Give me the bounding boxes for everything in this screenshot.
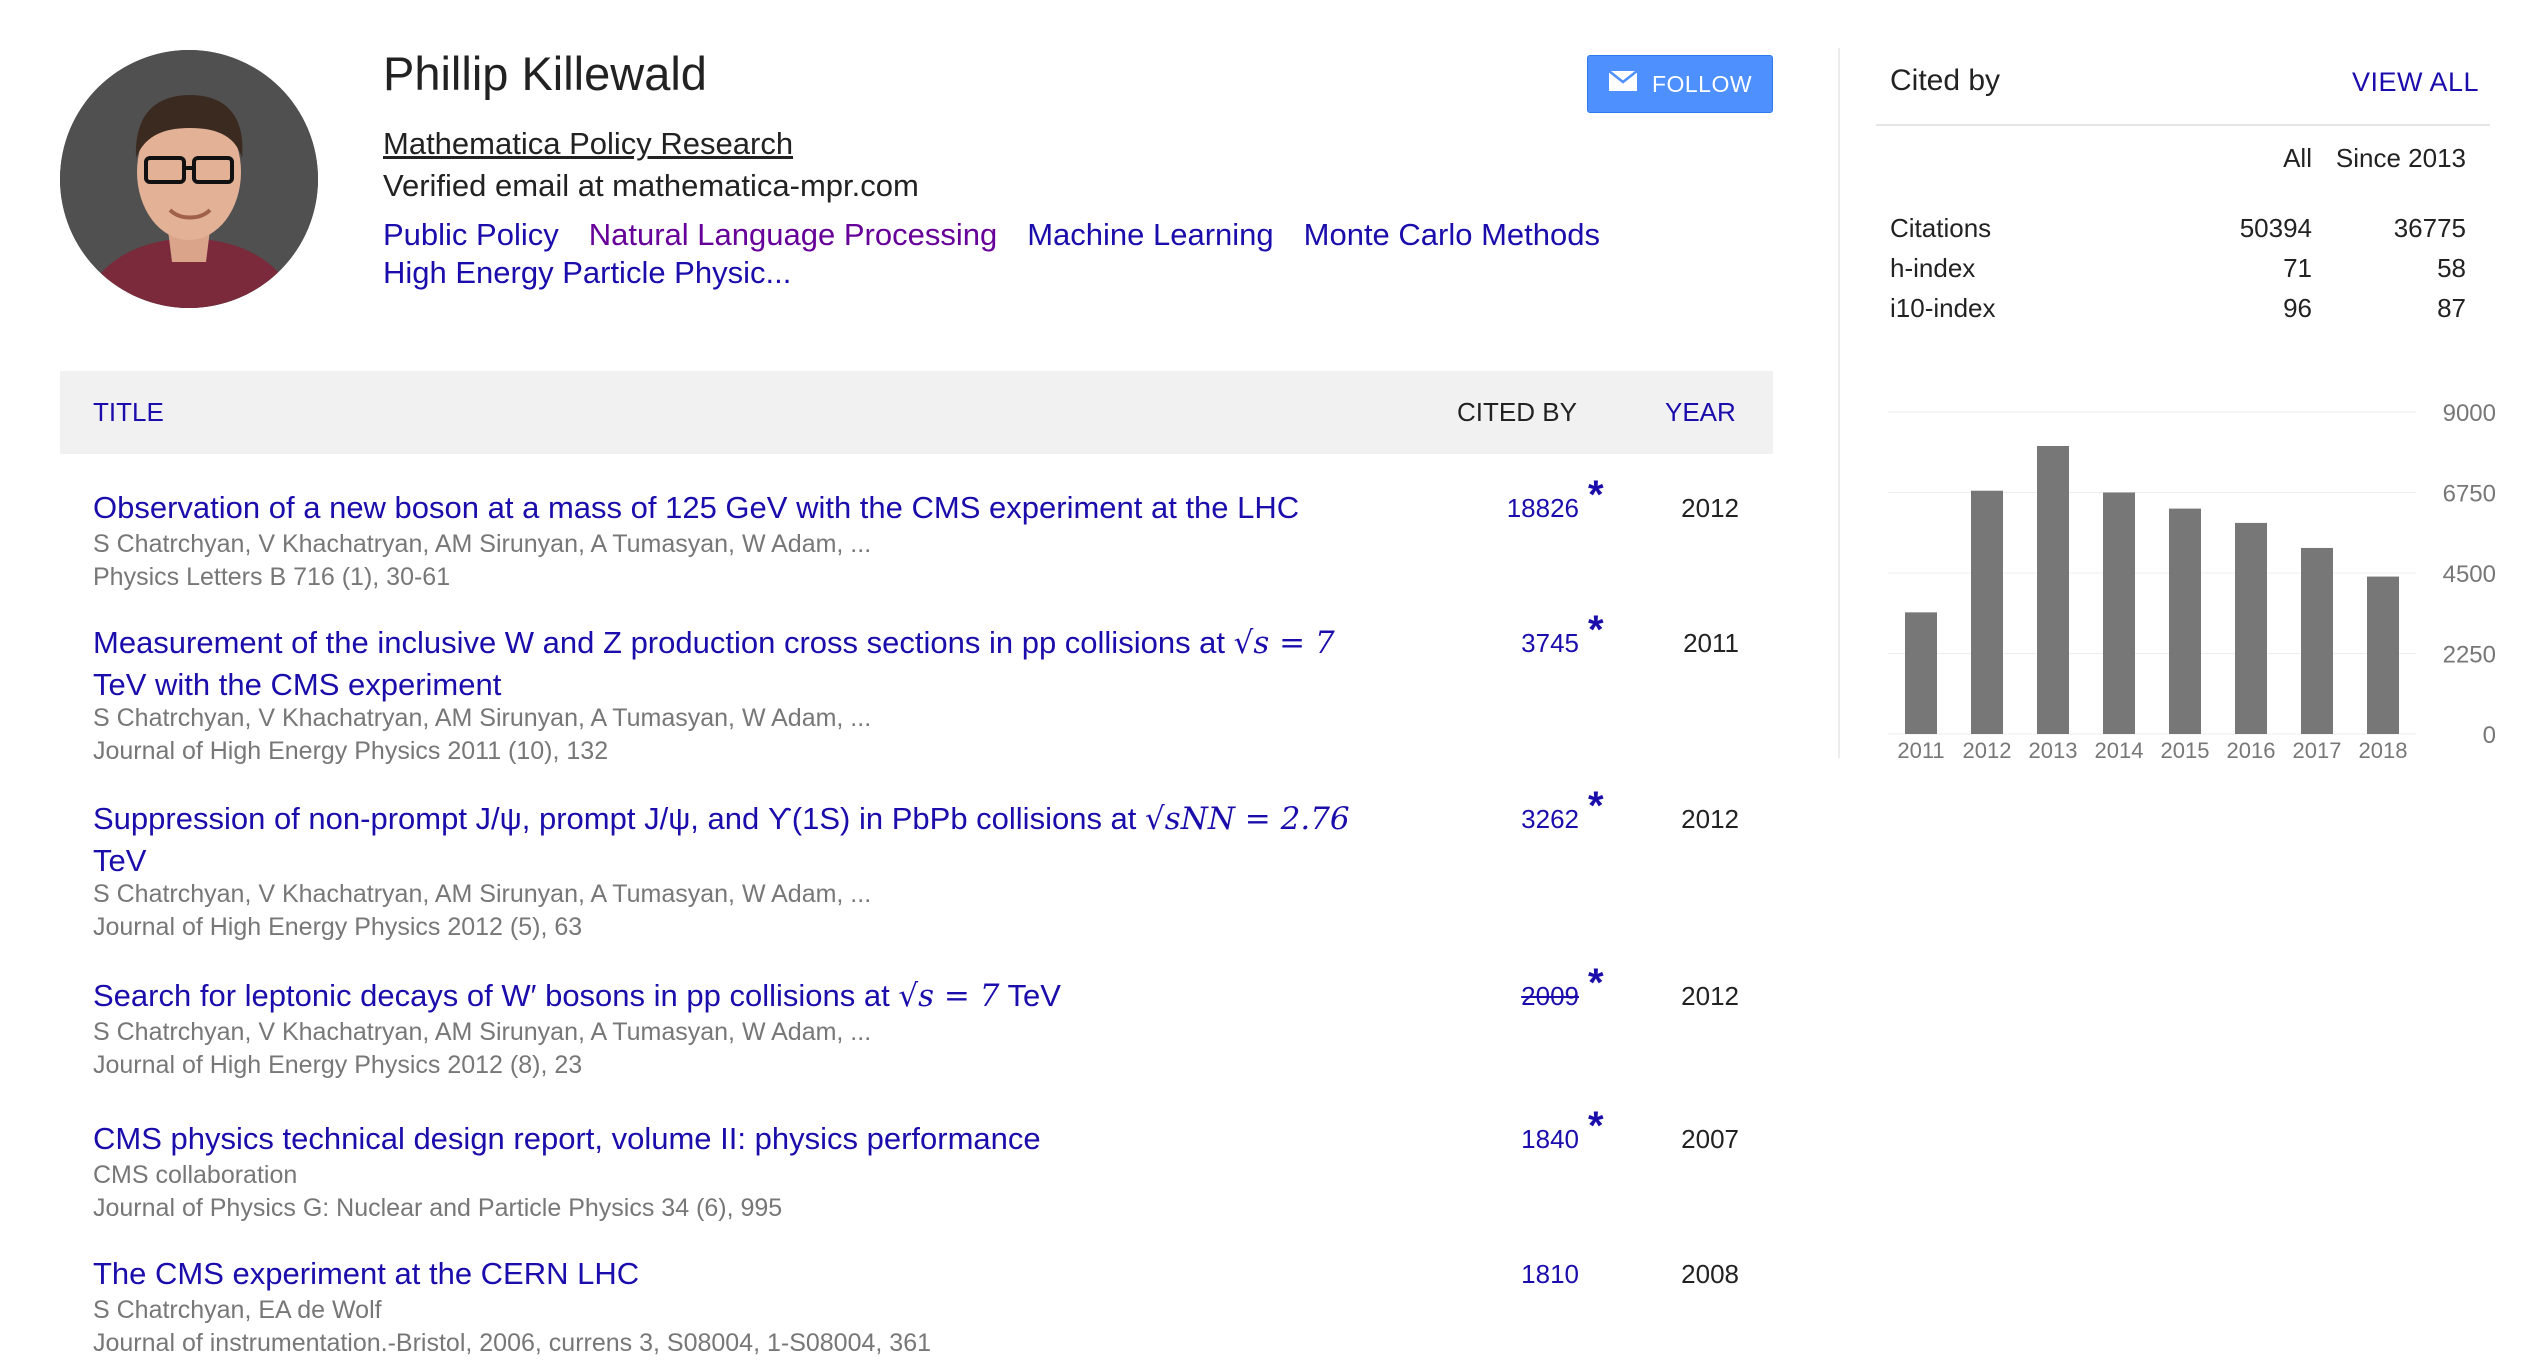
article-venue: Journal of High Energy Physics 2012 (5),… (93, 913, 583, 941)
y-tick-label: 0 (2483, 722, 2496, 749)
y-tick-label: 6750 (2443, 481, 2496, 508)
article-authors: S Chatrchyan, V Khachatryan, AM Sirunyan… (93, 530, 872, 558)
interest-link[interactable]: Natural Language Processing (589, 216, 997, 254)
panel-divider-line (1876, 124, 2490, 126)
chart-bar-2016[interactable] (2235, 522, 2267, 734)
x-tick-label: 2012 (1963, 738, 2012, 763)
interest-link[interactable]: Monte Carlo Methods (1304, 216, 1600, 254)
article-year: 2011 (1683, 628, 1739, 658)
interest-link[interactable]: Machine Learning (1027, 216, 1273, 254)
cited-by-count[interactable]: 18826 (1507, 493, 1579, 524)
cited-by-title: Cited by (1890, 64, 2001, 97)
stat-label: h-index (1890, 253, 1976, 283)
x-tick-label: 2014 (2095, 738, 2144, 763)
article-authors: S Chatrchyan, V Khachatryan, AM Sirunyan… (93, 1018, 872, 1046)
cited-by-count[interactable]: 3262 (1521, 804, 1579, 835)
stat-all: 71 (2283, 253, 2312, 283)
article-venue: Journal of High Energy Physics 2012 (8),… (93, 1051, 583, 1079)
profile-name: Phillip Killewald (383, 47, 707, 100)
cited-by-header: CITED BY (1457, 397, 1577, 427)
stat-since: 58 (2437, 253, 2466, 283)
articles-table-header: TITLE CITED BY YEAR (60, 371, 1773, 454)
article-venue: Journal of instrumentation.-Bristol, 200… (93, 1329, 932, 1357)
article-authors: S Chatrchyan, EA de Wolf (93, 1296, 382, 1324)
article-title-link[interactable]: The CMS experiment at the CERN LHC (93, 1253, 1453, 1294)
follow-label: FOLLOW (1651, 70, 1753, 97)
merged-citation-star[interactable]: * (1588, 473, 1604, 518)
stat-since: 87 (2437, 293, 2466, 323)
article-title-link[interactable]: Observation of a new boson at a mass of … (93, 487, 1453, 528)
sort-by-title[interactable]: TITLE (93, 371, 164, 454)
article-authors: CMS collaboration (93, 1161, 298, 1189)
chart-bar-2012[interactable] (1971, 490, 2003, 734)
article-year: 2008 (1681, 1259, 1739, 1289)
cited-by-count[interactable]: 2009 (1521, 981, 1579, 1012)
cited-by-count[interactable]: 1840 (1521, 1124, 1579, 1155)
cited-by-count[interactable]: 3745 (1521, 628, 1579, 659)
article-authors: S Chatrchyan, V Khachatryan, AM Sirunyan… (93, 704, 872, 732)
interest-link[interactable]: Public Policy (383, 216, 559, 254)
verified-email: Verified email at mathematica-mpr.com (383, 168, 919, 203)
article-year: 2012 (1681, 981, 1739, 1011)
article-venue: Journal of Physics G: Nuclear and Partic… (93, 1194, 783, 1222)
merged-citation-star[interactable]: * (1588, 784, 1604, 829)
envelope-icon (1608, 70, 1638, 98)
x-tick-label: 2017 (2293, 738, 2342, 763)
y-tick-label: 2250 (2443, 642, 2496, 669)
article-title-link[interactable]: Suppression of non-prompt J/ψ, prompt J/… (93, 798, 1453, 881)
cited-by-count[interactable]: 1810 (1521, 1259, 1579, 1290)
merged-citation-star[interactable]: * (1588, 608, 1604, 653)
article-authors: S Chatrchyan, V Khachatryan, AM Sirunyan… (93, 880, 872, 908)
stat-all: 50394 (2239, 213, 2312, 243)
follow-button[interactable]: FOLLOW (1587, 55, 1773, 113)
interest-link[interactable]: High Energy Particle Physic... (383, 254, 791, 292)
chart-bar-2015[interactable] (2169, 508, 2201, 734)
article-venue: Journal of High Energy Physics 2011 (10)… (93, 737, 609, 765)
chart-bar-2017[interactable] (2301, 547, 2333, 734)
y-tick-label: 9000 (2443, 400, 2496, 427)
col-header-since: Since 2013 (2335, 143, 2466, 173)
x-tick-label: 2016 (2227, 738, 2276, 763)
article-title-link[interactable]: Measurement of the inclusive W and Z pro… (93, 622, 1453, 705)
article-title-link[interactable]: CMS physics technical design report, vol… (93, 1118, 1453, 1159)
citations-bar-chart: 9000 6750 4500 2250 0 2011 2012 2013 2014 2015 201… (1888, 400, 2496, 763)
profile-photo (60, 50, 318, 308)
merged-citation-star[interactable]: * (1588, 1104, 1604, 1149)
stat-since: 36775 (2393, 213, 2466, 243)
sort-by-year[interactable]: YEAR (1665, 371, 1736, 454)
chart-bar-2013[interactable] (2037, 445, 2069, 734)
article-year: 2007 (1681, 1124, 1739, 1154)
article-title-link[interactable]: Search for leptonic decays of W′ bosons … (93, 975, 1453, 1017)
article-year: 2012 (1681, 493, 1739, 523)
chart-bar-2014[interactable] (2103, 492, 2135, 735)
col-header-all: All (2283, 143, 2312, 173)
y-tick-label: 4500 (2443, 561, 2496, 588)
research-interests: Public Policy Natural Language Processing… (383, 216, 1633, 292)
x-tick-label: 2011 (1897, 738, 1944, 763)
chart-bar-2018[interactable] (2367, 576, 2399, 734)
article-year: 2012 (1681, 804, 1739, 834)
panel-divider (1838, 48, 1840, 758)
stat-label: Citations (1890, 213, 1992, 243)
affiliation-link[interactable]: Mathematica Policy Research (383, 126, 793, 162)
x-tick-label: 2018 (2359, 738, 2408, 763)
view-all-link[interactable]: VIEW ALL (2352, 67, 2479, 98)
stat-label: i10-index (1890, 293, 1996, 323)
stat-all: 96 (2283, 293, 2312, 323)
article-venue: Physics Letters B 716 (1), 30-61 (93, 563, 451, 591)
chart-bar-2011[interactable] (1905, 612, 1937, 734)
x-tick-label: 2013 (2029, 738, 2078, 763)
merged-citation-star[interactable]: * (1588, 961, 1604, 1006)
x-tick-label: 2015 (2161, 738, 2210, 763)
